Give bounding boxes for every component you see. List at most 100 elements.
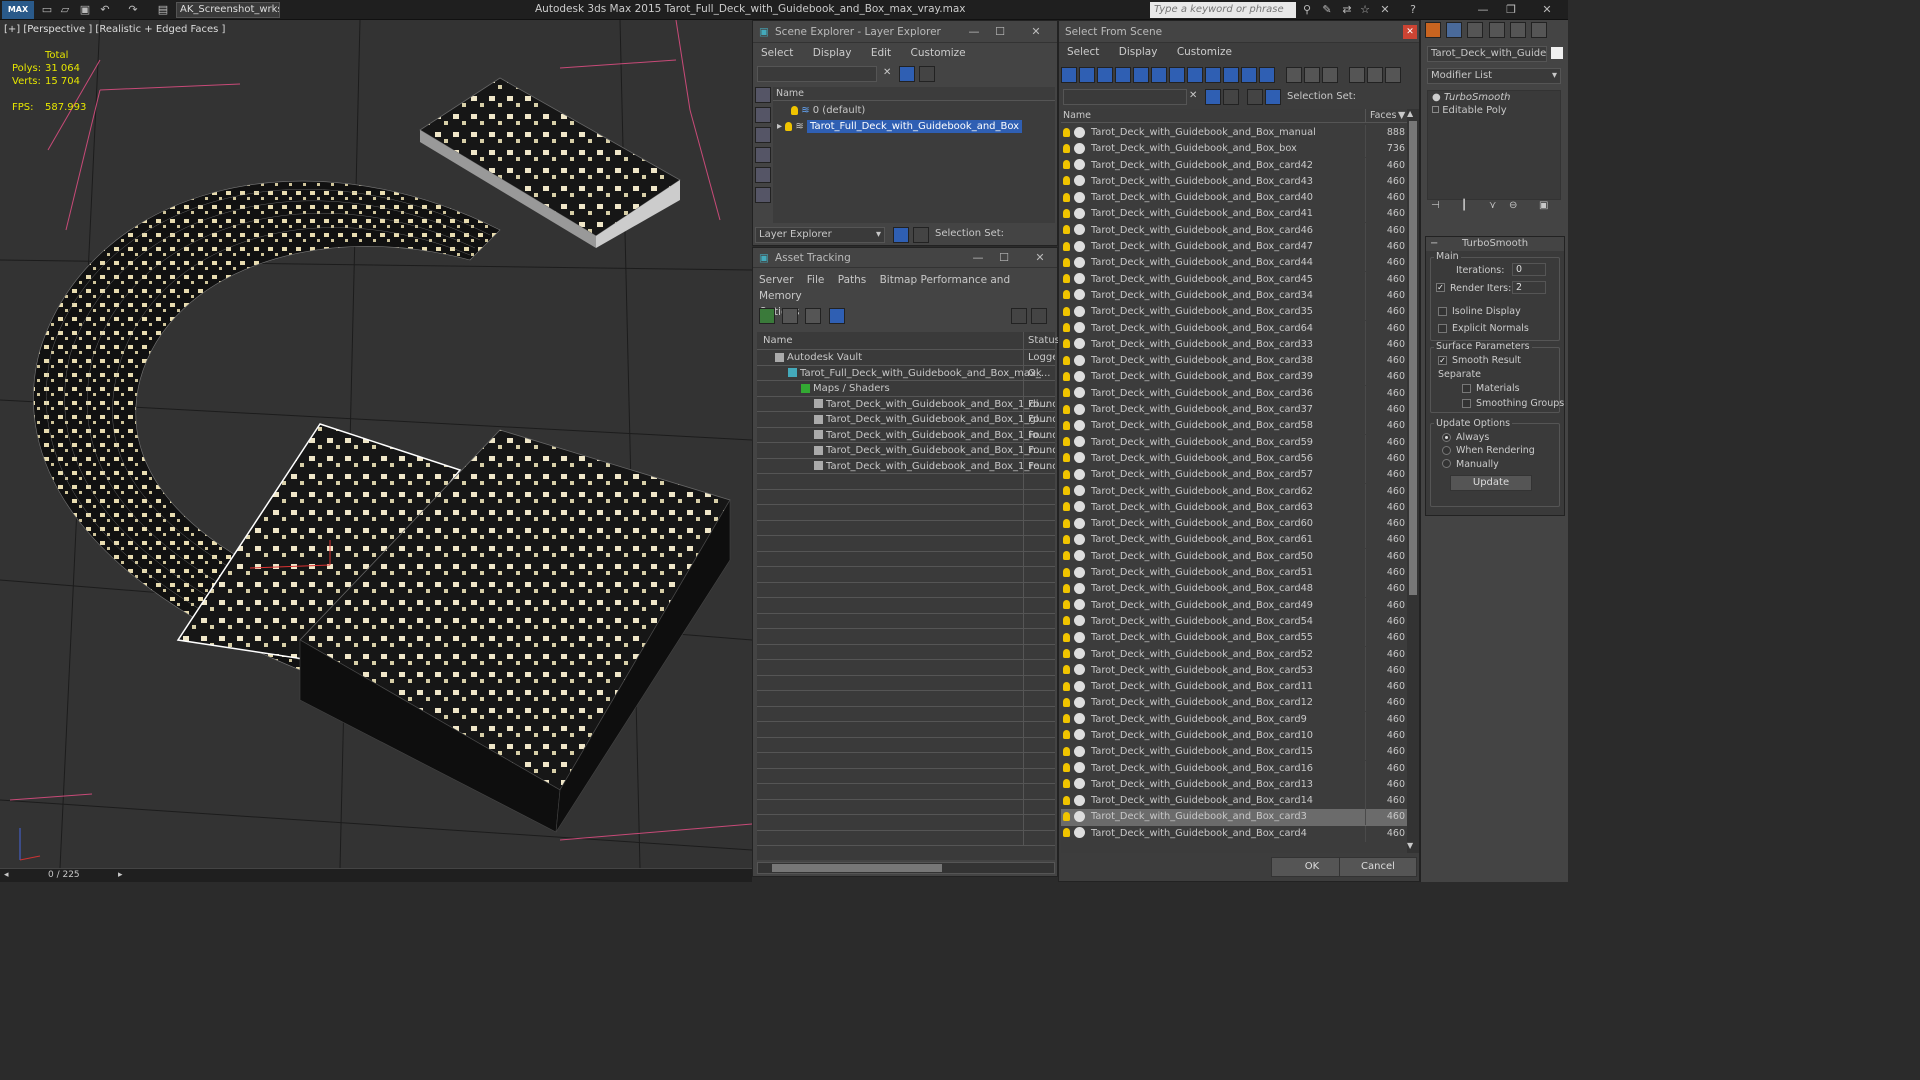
scroll-down-icon[interactable]: ▼ xyxy=(1407,841,1413,850)
menu-bitmap-performance[interactable]: Bitmap Performance and Memory xyxy=(759,274,1010,302)
redo-icon[interactable]: ↷ xyxy=(126,3,140,17)
light-bulb-icon[interactable] xyxy=(1063,404,1070,414)
light-bulb-icon[interactable] xyxy=(1063,453,1070,463)
app-logo[interactable]: MAX xyxy=(2,1,34,19)
always-radio[interactable] xyxy=(1442,433,1451,442)
light-bulb-icon[interactable] xyxy=(1063,127,1070,137)
tools-icon[interactable]: ✎ xyxy=(1320,3,1334,17)
close-icon[interactable]: ✕ xyxy=(1403,25,1417,39)
light-bulb-icon[interactable] xyxy=(1063,795,1070,805)
light-bulb-icon[interactable] xyxy=(1063,828,1070,838)
light-bulb-icon[interactable] xyxy=(1063,779,1070,789)
object-row[interactable]: Tarot_Deck_with_Guidebook_and_Box_card41… xyxy=(1061,206,1407,223)
light-bulb-icon[interactable] xyxy=(1063,257,1070,267)
menu-select[interactable]: Select xyxy=(1067,46,1099,58)
light-bulb-icon[interactable] xyxy=(1063,371,1070,381)
perspective-viewport[interactable]: [+] [Perspective ] [Realistic + Edged Fa… xyxy=(0,20,752,868)
minimize-icon[interactable]: — xyxy=(1476,3,1490,17)
light-bulb-icon[interactable] xyxy=(1063,746,1070,756)
containers-filter-icon[interactable] xyxy=(1223,67,1239,83)
object-row[interactable]: Tarot_Deck_with_Guidebook_and_Box_card52… xyxy=(1061,646,1407,663)
settings-icon[interactable] xyxy=(1031,308,1047,324)
object-row[interactable]: Tarot_Deck_with_Guidebook_and_Box_card37… xyxy=(1061,402,1407,419)
explicit-normals-checkbox[interactable] xyxy=(1438,324,1447,333)
asset-col-status[interactable]: Status xyxy=(1023,332,1060,350)
time-next-icon[interactable]: ▸ xyxy=(118,870,123,880)
asset-row[interactable]: Tarot_Deck_with_Guidebook_and_Box_1_n...… xyxy=(757,443,1055,459)
smooth-result-checkbox[interactable]: ✓ xyxy=(1438,356,1447,365)
object-row[interactable]: Tarot_Deck_with_Guidebook_and_Box_card40… xyxy=(1061,190,1407,207)
scroll-up-icon[interactable]: ▲ xyxy=(1407,109,1413,118)
close-icon[interactable]: ✕ xyxy=(1029,248,1051,268)
object-row[interactable]: Tarot_Deck_with_Guidebook_and_Box_card50… xyxy=(1061,548,1407,565)
save-icon[interactable]: ▣ xyxy=(78,3,92,17)
object-row[interactable]: Tarot_Deck_with_Guidebook_and_Box_card55… xyxy=(1061,630,1407,647)
object-row[interactable]: Tarot_Deck_with_Guidebook_and_Box_card62… xyxy=(1061,483,1407,500)
object-row[interactable]: Tarot_Deck_with_Guidebook_and_Box_card34… xyxy=(1061,287,1407,304)
light-bulb-icon[interactable] xyxy=(1063,616,1070,626)
object-row[interactable]: Tarot_Deck_with_Guidebook_and_Box_card53… xyxy=(1061,662,1407,679)
light-bulb-icon[interactable] xyxy=(1063,697,1070,707)
light-bulb-icon[interactable] xyxy=(1063,306,1070,316)
select-invert-icon[interactable] xyxy=(1322,67,1339,83)
select-from-scene-titlebar[interactable]: Select From Scene ✕ xyxy=(1059,21,1419,43)
minimize-icon[interactable]: — xyxy=(963,21,985,43)
favorites-icon[interactable]: ☆ xyxy=(1358,3,1372,17)
display-helpers-icon[interactable] xyxy=(755,167,771,183)
object-row[interactable]: Tarot_Deck_with_Guidebook_and_Box_card9 4… xyxy=(1061,711,1407,728)
light-bulb-icon[interactable] xyxy=(791,105,798,115)
project-folder-icon[interactable]: ▤ xyxy=(156,3,170,17)
stack-item-turbosmooth[interactable]: ● TurboSmooth xyxy=(1428,91,1560,104)
menu-server[interactable]: Server xyxy=(759,274,793,286)
smoothing-groups-checkbox[interactable] xyxy=(1462,399,1471,408)
list-view-icon[interactable] xyxy=(782,308,799,324)
object-row[interactable]: Tarot_Deck_with_Guidebook_and_Box_card12… xyxy=(1061,695,1407,712)
clear-find-icon[interactable]: ✕ xyxy=(1189,90,1197,101)
object-row[interactable]: Tarot_Deck_with_Guidebook_and_Box_card15… xyxy=(1061,744,1407,761)
maximize-icon[interactable]: ☐ xyxy=(989,21,1011,43)
layer-row-default[interactable]: ≋ 0 (default) xyxy=(773,103,1055,119)
xrefs-filter-icon[interactable] xyxy=(1187,67,1203,83)
object-row[interactable]: Tarot_Deck_with_Guidebook_and_Box_box 736 xyxy=(1061,141,1407,158)
shapes-filter-icon[interactable] xyxy=(1079,67,1095,83)
asset-horizontal-scrollbar[interactable] xyxy=(757,862,1055,874)
scene-explorer-titlebar[interactable]: ▣ Scene Explorer - Layer Explorer — ☐ ✕ xyxy=(753,21,1057,43)
workspace-dropdown[interactable]: AK_Screenshot_wrksp ▾ xyxy=(176,2,280,18)
time-prev-icon[interactable]: ◂ xyxy=(4,870,9,880)
render-iters-checkbox[interactable]: ✓ xyxy=(1436,283,1445,292)
light-bulb-icon[interactable] xyxy=(1063,420,1070,430)
asset-row[interactable]: Tarot_Deck_with_Guidebook_and_Box_1_gl..… xyxy=(757,412,1055,428)
object-row[interactable]: Tarot_Deck_with_Guidebook_and_Box_card58… xyxy=(1061,418,1407,435)
rollout-header[interactable]: − TurboSmooth xyxy=(1426,237,1564,251)
display-tab-icon[interactable] xyxy=(1509,22,1526,38)
expand-arrow-icon[interactable]: ▸ xyxy=(777,121,782,132)
asset-row[interactable]: Maps / Shaders xyxy=(757,381,1055,397)
asset-row[interactable]: Autodesk Vault Logge xyxy=(757,350,1055,366)
hierarchy-tab-icon[interactable] xyxy=(1467,22,1484,38)
object-row[interactable]: Tarot_Deck_with_Guidebook_and_Box_card10… xyxy=(1061,727,1407,744)
object-row[interactable]: Tarot_Deck_with_Guidebook_and_Box_card36… xyxy=(1061,385,1407,402)
object-name-field[interactable]: Tarot_Deck_with_Guidebook xyxy=(1427,46,1547,62)
find-input[interactable] xyxy=(1063,89,1187,105)
viewport-label[interactable]: [+] [Perspective ] [Realistic + Edged Fa… xyxy=(4,24,225,35)
light-bulb-icon[interactable] xyxy=(1063,388,1070,398)
layer-tools-icon[interactable] xyxy=(1223,89,1239,105)
stack-item-editable-poly[interactable]: Editable Poly xyxy=(1428,104,1560,117)
object-row[interactable]: Tarot_Deck_with_Guidebook_and_Box_card11… xyxy=(1061,679,1407,696)
object-row[interactable]: Tarot_Deck_with_Guidebook_and_Box_card48… xyxy=(1061,581,1407,598)
light-bulb-icon[interactable] xyxy=(1063,632,1070,642)
object-row[interactable]: Tarot_Deck_with_Guidebook_and_Box_card51… xyxy=(1061,565,1407,582)
scene-filter-input[interactable] xyxy=(757,66,877,82)
object-row[interactable]: Tarot_Deck_with_Guidebook_and_Box_card4 4… xyxy=(1061,825,1407,842)
asset-row[interactable]: Tarot_Deck_with_Guidebook_and_Box_1_di..… xyxy=(757,396,1055,412)
light-bulb-icon[interactable] xyxy=(1063,600,1070,610)
display-cameras-icon[interactable] xyxy=(755,147,771,163)
asset-row[interactable]: Tarot_Full_Deck_with_Guidebook_and_Box_m… xyxy=(757,365,1055,381)
object-col-faces[interactable]: Faces xyxy=(1365,109,1396,123)
display-geometry-icon[interactable] xyxy=(755,87,771,103)
explorer-type-dropdown[interactable]: Layer Explorer ▾ xyxy=(755,227,885,243)
columns-icon[interactable] xyxy=(1385,67,1402,83)
object-row[interactable]: Tarot_Deck_with_Guidebook_and_Box_card42… xyxy=(1061,157,1407,174)
menu-select[interactable]: Select xyxy=(761,47,793,59)
light-bulb-icon[interactable] xyxy=(1063,551,1070,561)
